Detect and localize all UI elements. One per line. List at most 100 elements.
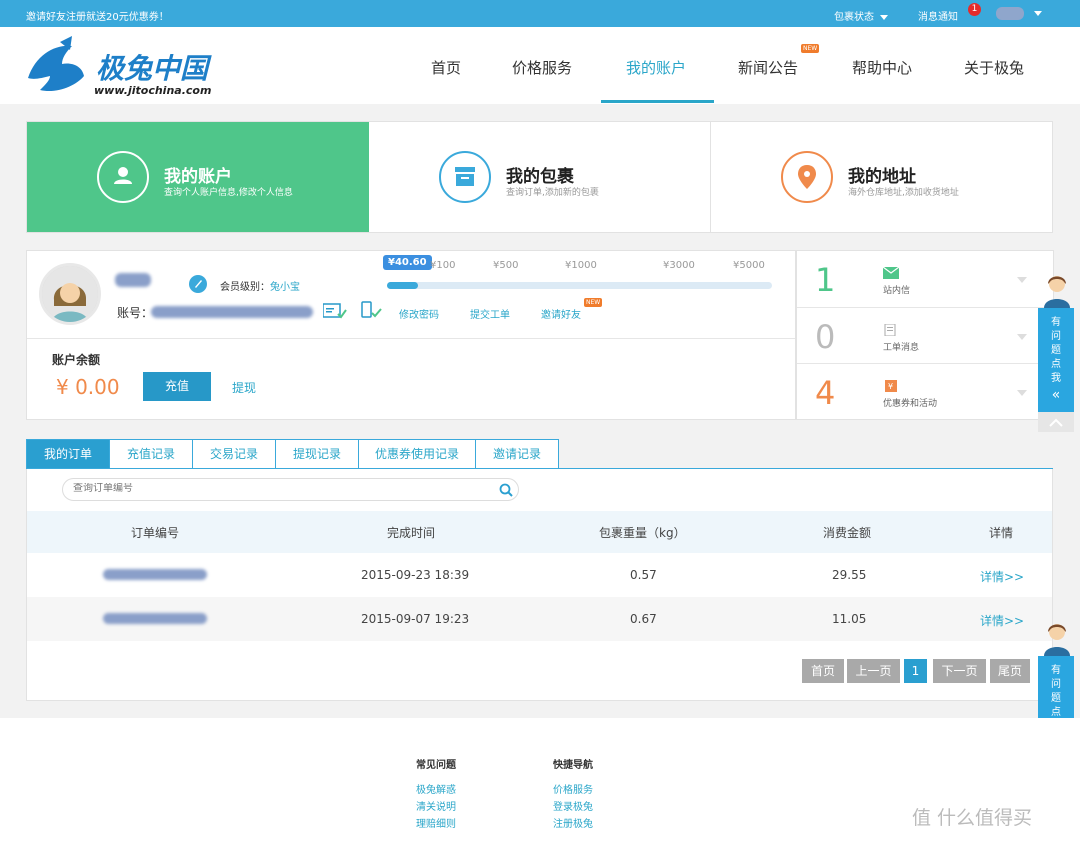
order-id-redacted — [103, 569, 207, 580]
message-row-coupons[interactable]: 4 ¥ 优惠券和活动 — [797, 364, 1053, 420]
chevron-down-icon[interactable] — [1017, 277, 1027, 283]
table-row: 2015-09-23 18:39 0.57 29.55 详情>> — [27, 553, 1052, 597]
chevron-down-icon[interactable] — [1017, 334, 1027, 340]
nav-news[interactable]: 新闻公告 — [738, 57, 798, 78]
footer-link[interactable]: 理赔细则 — [416, 815, 456, 830]
spend-current-value: ¥40.60 — [383, 255, 432, 270]
card-my-address[interactable]: 我的地址 海外仓库地址,添加收货地址 — [711, 122, 1053, 232]
current-page-button[interactable]: 1 — [904, 659, 927, 683]
package-status-label: 包裹状态 — [834, 12, 874, 23]
tab-coupon-records[interactable]: 优惠券使用记录 — [358, 439, 476, 469]
column-header: 详情 — [989, 526, 1014, 540]
brand-url: www.jitochina.com — [94, 84, 211, 97]
card-subtitle: 查询订单,添加新的包裹 — [506, 188, 599, 198]
footer-link[interactable]: 登录极兔 — [553, 798, 593, 813]
card-my-account[interactable]: 我的账户 查询个人账户信息,修改个人信息 — [27, 122, 369, 232]
edit-pencil-icon[interactable] — [189, 275, 207, 293]
message-row-inbox[interactable]: 1 站内信 — [797, 251, 1053, 307]
svg-text:¥: ¥ — [888, 382, 893, 391]
user-menu-avatar[interactable] — [996, 7, 1024, 20]
message-count: 1 — [815, 261, 836, 299]
tab-transaction-records[interactable]: 交易记录 — [192, 439, 276, 469]
help-button[interactable]: 有问题点我 « — [1038, 308, 1074, 412]
chevron-down-icon[interactable] — [1034, 11, 1042, 16]
chevron-down-icon[interactable] — [1017, 390, 1027, 396]
column-header: 消费金额 — [823, 526, 872, 540]
progress-tick: ¥100 — [430, 260, 456, 271]
withdraw-link[interactable]: 提现 — [232, 379, 256, 396]
promo-banner[interactable]: 邀请好友注册就送20元优惠券！ — [26, 8, 169, 23]
spend-progress-fill — [387, 282, 419, 289]
order-amount: 29.55 — [832, 568, 867, 582]
order-weight: 0.67 — [630, 612, 657, 626]
user-icon — [97, 151, 149, 203]
progress-tick: ¥1000 — [565, 260, 597, 271]
order-amount: 11.05 — [832, 612, 867, 626]
nav-pricing[interactable]: 价格服务 — [512, 57, 572, 78]
balance-value: ¥ 0.00 — [56, 375, 120, 399]
next-page-button[interactable]: 下一页 — [933, 659, 986, 683]
scroll-up-button[interactable] — [1038, 412, 1074, 432]
card-title: 我的地址 — [848, 167, 916, 187]
order-detail-link[interactable]: 详情>> — [980, 612, 1024, 629]
nav-my-account[interactable]: 我的账户 — [626, 57, 686, 78]
footer-link[interactable]: 注册极兔 — [553, 815, 593, 830]
balance-label: 账户余额 — [52, 353, 101, 367]
message-row-tickets[interactable]: 0 工单消息 — [797, 308, 1053, 364]
recharge-button[interactable]: 充值 — [143, 372, 211, 401]
nav-home[interactable]: 首页 — [431, 57, 461, 78]
help-widget[interactable]: 有问题点我 « — [1038, 272, 1074, 432]
id-verified-icon[interactable] — [322, 303, 347, 319]
footer-heading: 快捷导航 — [553, 760, 593, 771]
watermark: 值 什么值得买 — [912, 807, 1033, 829]
nav-help-center[interactable]: 帮助中心 — [852, 57, 912, 78]
table-row: 2015-09-07 19:23 0.67 11.05 详情>> — [27, 597, 1052, 641]
order-detail-link[interactable]: 详情>> — [980, 568, 1024, 585]
ticket-icon — [883, 323, 899, 337]
coupon-icon: ¥ — [883, 380, 899, 392]
notifications-link[interactable]: 消息通知 — [918, 8, 958, 23]
feature-cards: 我的账户 查询个人账户信息,修改个人信息 我的包裹 查询订单,添加新的包裹 我的… — [26, 121, 1053, 233]
chevron-down-icon — [880, 14, 888, 20]
footer-link[interactable]: 极兔解惑 — [416, 781, 456, 796]
account-number-redacted — [151, 306, 313, 318]
progress-tick: ¥500 — [493, 260, 519, 271]
username-redacted — [115, 273, 151, 287]
prev-page-button[interactable]: 上一页 — [847, 659, 900, 683]
search-icon[interactable] — [499, 483, 513, 497]
table-header: 订单编号 完成时间 包裹重量（kg） 消费金额 详情 — [27, 511, 1052, 553]
tab-withdraw-records[interactable]: 提现记录 — [275, 439, 359, 469]
tab-recharge-records[interactable]: 充值记录 — [109, 439, 193, 469]
last-page-button[interactable]: 尾页 — [990, 659, 1030, 683]
card-subtitle: 查询个人账户信息,修改个人信息 — [164, 188, 293, 198]
message-label: 站内信 — [883, 286, 911, 296]
tab-my-orders[interactable]: 我的订单 — [26, 439, 110, 469]
card-title: 我的账户 — [164, 167, 232, 187]
footer-link[interactable]: 清关说明 — [416, 798, 456, 813]
message-count: 4 — [815, 374, 836, 412]
card-my-packages[interactable]: 我的包裹 查询订单,添加新的包裹 — [369, 122, 711, 232]
order-time: 2015-09-23 18:39 — [361, 568, 470, 582]
tab-invite-records[interactable]: 邀请记录 — [475, 439, 559, 469]
invite-friends-link[interactable]: 邀请好友 — [541, 306, 581, 321]
nav-about[interactable]: 关于极兔 — [964, 57, 1024, 78]
site-header: 极兔中国 www.jitochina.com 首页 价格服务 我的账户 新闻公告… — [0, 27, 1080, 104]
first-page-button[interactable]: 首页 — [802, 659, 844, 683]
account-label: 账号： — [117, 306, 154, 320]
phone-verified-icon[interactable] — [361, 301, 383, 319]
footer-heading: 常见问题 — [416, 760, 456, 771]
order-search-input[interactable] — [73, 483, 473, 494]
change-password-link[interactable]: 修改密码 — [399, 306, 439, 321]
footer-link[interactable]: 价格服务 — [553, 781, 593, 796]
card-subtitle: 海外仓库地址,添加收货地址 — [848, 188, 959, 198]
active-nav-indicator — [601, 100, 714, 103]
collapse-icon: « — [1051, 387, 1061, 403]
member-level-label: 会员级别： — [220, 282, 270, 293]
progress-tick: ¥5000 — [733, 260, 765, 271]
messages-panel: 1 站内信 0 工单消息 4 ¥ 优惠券和活动 — [796, 250, 1054, 420]
svg-text:极兔中国: 极兔中国 — [96, 52, 212, 85]
package-status-menu[interactable]: 包裹状态 — [834, 8, 888, 23]
user-avatar[interactable] — [39, 263, 101, 325]
submit-ticket-link[interactable]: 提交工单 — [470, 306, 510, 321]
site-logo[interactable]: 极兔中国 www.jitochina.com — [26, 36, 236, 98]
